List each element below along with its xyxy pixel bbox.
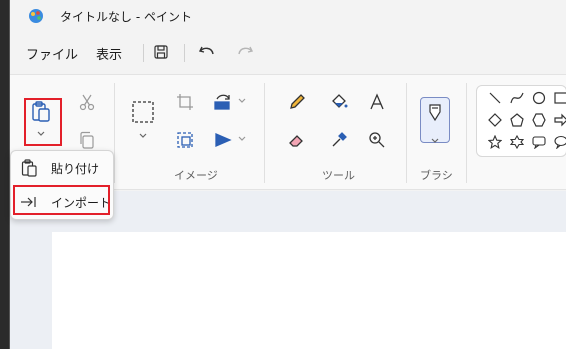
flip-icon[interactable] xyxy=(212,129,234,151)
diamond-shape-icon[interactable] xyxy=(487,112,503,128)
ribbon-divider xyxy=(406,83,407,183)
menu-bar: ファイル 表示 xyxy=(10,36,566,68)
chevron-down-icon[interactable] xyxy=(136,129,150,143)
menu-view[interactable]: 表示 xyxy=(92,42,126,65)
oval-shape-icon[interactable] xyxy=(531,90,547,106)
chevron-down-icon xyxy=(430,130,440,149)
paste-dropdown-menu: 貼り付け インポート xyxy=(10,150,114,220)
menu-item-paste-label: 貼り付け xyxy=(51,161,100,176)
color-picker-icon[interactable] xyxy=(328,129,350,151)
shapes-panel xyxy=(476,85,566,157)
paste-highlight xyxy=(24,98,62,146)
ribbon-divider xyxy=(466,83,467,183)
hexagon-shape-icon[interactable] xyxy=(531,112,547,128)
curve-shape-icon[interactable] xyxy=(509,90,525,106)
paint-window: タイトルなし - ペイント ファイル 表示 イメージ ツール ブラシ 貼り付け … xyxy=(9,0,566,349)
pencil-icon[interactable] xyxy=(286,91,308,113)
group-label-brush: ブラシ xyxy=(420,169,453,182)
rotate-icon[interactable] xyxy=(212,91,234,113)
group-label-tools: ツール xyxy=(322,169,355,182)
paste-icon xyxy=(19,158,39,178)
drawing-canvas[interactable] xyxy=(52,232,566,349)
line-shape-icon[interactable] xyxy=(487,90,503,106)
brush-icon xyxy=(428,104,442,126)
brush-button[interactable] xyxy=(420,97,450,143)
title-bar: タイトルなし - ペイント xyxy=(10,0,566,32)
chevron-down-icon[interactable] xyxy=(236,93,248,109)
resize-icon[interactable] xyxy=(174,129,196,151)
arrow-shape-icon[interactable] xyxy=(553,112,566,128)
menu-file[interactable]: ファイル xyxy=(22,42,82,65)
undo-icon[interactable] xyxy=(196,41,218,63)
menu-divider xyxy=(184,44,185,62)
chevron-down-icon[interactable] xyxy=(236,131,248,147)
pentagon-shape-icon[interactable] xyxy=(509,112,525,128)
copy-icon[interactable] xyxy=(76,129,98,151)
text-icon[interactable] xyxy=(366,91,388,113)
save-icon[interactable] xyxy=(150,41,172,63)
ribbon-divider xyxy=(264,83,265,183)
star-shape-icon[interactable] xyxy=(487,134,503,150)
import-highlight xyxy=(13,185,110,215)
magnifier-icon[interactable] xyxy=(366,129,388,151)
window-title: タイトルなし - ペイント xyxy=(60,10,192,24)
crop-icon[interactable] xyxy=(174,91,196,113)
menu-item-paste[interactable]: 貼り付け xyxy=(11,153,115,183)
oval-callout-shape-icon[interactable] xyxy=(553,134,566,150)
select-icon[interactable] xyxy=(130,99,156,125)
rectangle-shape-icon[interactable] xyxy=(553,90,566,106)
speech-bubble-shape-icon[interactable] xyxy=(531,134,547,150)
six-point-star-shape-icon[interactable] xyxy=(509,134,525,150)
eraser-icon[interactable] xyxy=(286,129,308,151)
group-label-image: イメージ xyxy=(174,169,218,182)
cut-icon[interactable] xyxy=(76,91,98,113)
paint-app-icon xyxy=(28,8,44,24)
menu-divider xyxy=(143,44,144,62)
fill-icon[interactable] xyxy=(328,91,350,113)
redo-icon[interactable] xyxy=(234,41,256,63)
